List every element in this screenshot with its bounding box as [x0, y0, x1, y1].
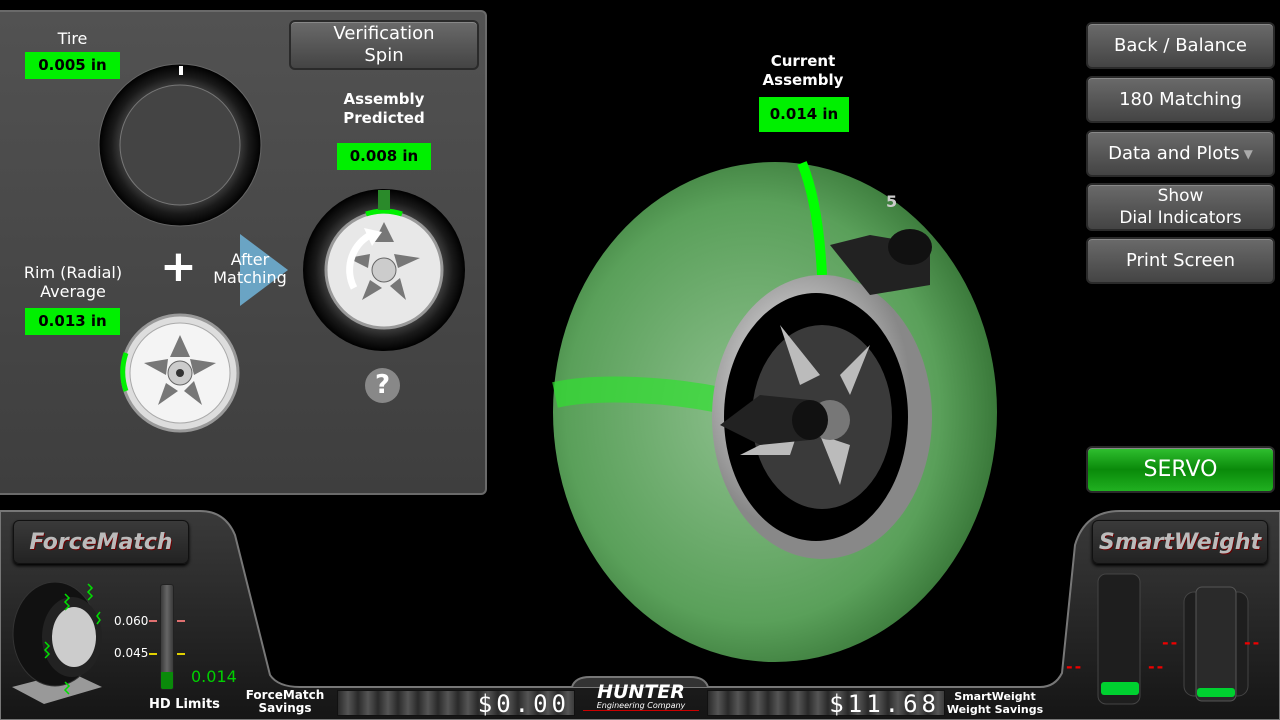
- dropdown-arrow-icon: ▼: [1243, 146, 1253, 161]
- rim-icon: [120, 313, 240, 433]
- smartweight-savings-label: SmartWeight Weight Savings: [946, 690, 1044, 716]
- current-assembly-label: Current Assembly: [762, 52, 844, 89]
- limit-low-tick: [177, 653, 185, 655]
- forcematch-savings-value: $0.00: [337, 690, 575, 717]
- smartweight-savings-value: $11.68: [707, 690, 945, 717]
- dynamic-weight-left: --: [1162, 633, 1180, 652]
- print-screen-button[interactable]: Print Screen: [1086, 237, 1275, 284]
- hunter-logo-sub: Engineering Company: [583, 701, 699, 711]
- after-matching-label: After Matching: [213, 250, 287, 287]
- verification-spin-button[interactable]: Verification Spin: [289, 20, 479, 70]
- servo-button[interactable]: SERVO: [1086, 446, 1275, 493]
- plus-icon: +: [160, 241, 197, 292]
- forcematch-logo: ForceMatch: [13, 520, 189, 564]
- limit-high-label: 0.060: [114, 614, 149, 628]
- rim-label: Rim (Radial) Average: [23, 263, 123, 301]
- limit-high-tick: [177, 620, 185, 622]
- back-balance-button[interactable]: Back / Balance: [1086, 22, 1275, 69]
- show-dial-indicators-button[interactable]: Show Dial Indicators: [1086, 183, 1275, 231]
- 180-matching-button[interactable]: 180 Matching: [1086, 76, 1275, 123]
- current-assembly-value: 0.014 in: [759, 97, 849, 132]
- limit-high-tick: [149, 620, 157, 622]
- hunter-logo: HUNTER: [597, 681, 685, 703]
- rim-value: 0.013 in: [25, 308, 120, 335]
- predicted-label: Assembly Predicted: [343, 90, 425, 127]
- help-button[interactable]: ?: [365, 368, 400, 403]
- data-and-plots-button[interactable]: Data and Plots ▼: [1086, 130, 1275, 177]
- hd-limits-gauge: [160, 584, 174, 690]
- tire-label: Tire: [57, 29, 88, 48]
- forcematch-savings-label: ForceMatch Savings: [245, 688, 325, 715]
- limit-low-label: 0.045: [114, 646, 149, 660]
- hd-limits-gauge-fill: [161, 672, 173, 689]
- hd-value: 0.014: [191, 667, 237, 686]
- limit-low-tick: [149, 653, 157, 655]
- data-and-plots-label: Data and Plots: [1108, 142, 1240, 164]
- tire-icon: [98, 63, 262, 227]
- predicted-assembly-icon: [303, 189, 465, 351]
- hd-limits-label: HD Limits: [149, 697, 220, 712]
- static-weight-left: --: [1066, 657, 1084, 676]
- predicted-value: 0.008 in: [337, 143, 431, 170]
- dynamic-weight-right: --: [1244, 633, 1262, 652]
- weight-position-indicator: 5: [886, 192, 898, 211]
- smartweight-logo: SmartWeight: [1092, 520, 1268, 564]
- static-weight-right: --: [1148, 657, 1166, 676]
- forcematch-tire-icon: [12, 582, 102, 704]
